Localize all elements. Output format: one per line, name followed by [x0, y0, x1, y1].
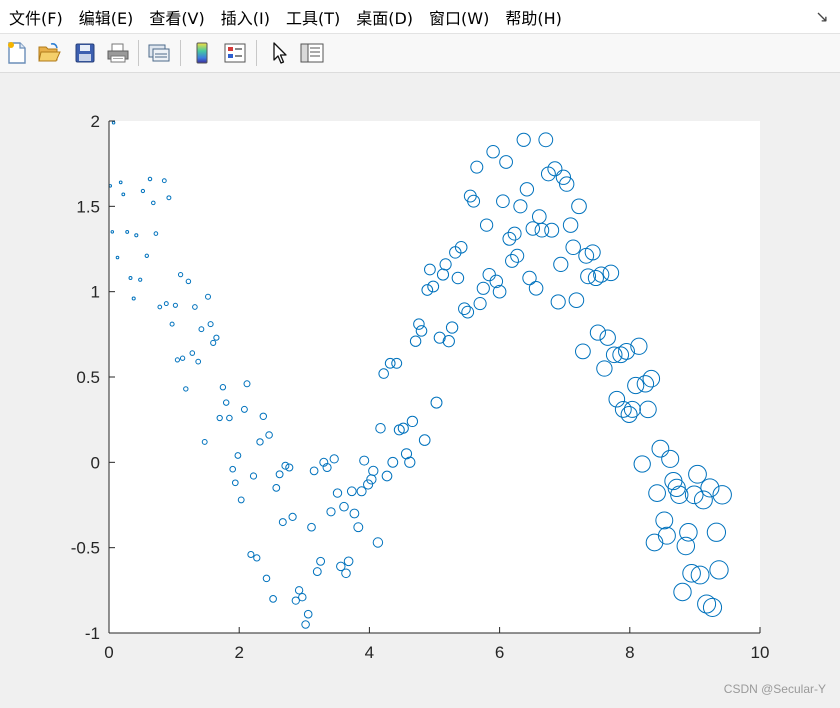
open-file-icon[interactable]: [34, 38, 64, 68]
watermark: CSDN @Secular-Y: [723, 682, 826, 696]
x-tick-label: 0: [104, 643, 113, 662]
insert-legend-icon[interactable]: [220, 38, 250, 68]
menu-item-6[interactable]: 窗口(W): [421, 0, 497, 33]
save-icon[interactable]: [70, 38, 100, 68]
y-tick-label: 0.5: [76, 368, 100, 387]
menu-item-3[interactable]: 插入(I): [213, 0, 278, 33]
insert-colorbar-icon[interactable]: [187, 38, 217, 68]
scatter-plot[interactable]: 0 2 4 6 8 10 2 1.5 1 0.5 0 -0.5 -1: [0, 73, 840, 704]
print-icon[interactable]: [103, 38, 133, 68]
figure-toolbar: [0, 34, 840, 73]
x-tick-label: 6: [495, 643, 504, 662]
y-tick-label: -0.5: [71, 539, 100, 558]
link-plot-icon[interactable]: [144, 38, 174, 68]
x-tick-label: 10: [751, 643, 770, 662]
axes-background: [109, 121, 760, 633]
menu-item-0[interactable]: 文件(F): [0, 0, 71, 33]
y-tick-label: 2: [91, 112, 100, 131]
menu-item-5[interactable]: 桌面(D): [348, 0, 421, 33]
toolbar-separator: [256, 40, 257, 66]
menu-item-1[interactable]: 编辑(E): [71, 0, 142, 33]
new-figure-icon[interactable]: [2, 38, 32, 68]
menu-bar: 文件(F) 编辑(E) 查看(V) 插入(I) 工具(T) 桌面(D) 窗口(W) 帮助(H)…: [0, 0, 840, 34]
pointer-icon[interactable]: [264, 38, 294, 68]
y-tick-label: 1: [91, 283, 100, 302]
menu-item-7[interactable]: 帮助(H): [497, 0, 570, 33]
x-tick-label: 4: [365, 643, 374, 662]
property-inspector-icon[interactable]: [297, 38, 327, 68]
menu-item-4[interactable]: 工具(T): [278, 0, 348, 33]
y-tick-label: -1: [85, 624, 100, 643]
figure-canvas: 0 2 4 6 8 10 2 1.5 1 0.5 0 -0.5 -1: [0, 73, 840, 704]
y-tick-label: 1.5: [76, 197, 100, 216]
toolbar-separator: [138, 40, 139, 66]
y-tick-label: 0: [91, 453, 100, 472]
menu-item-2[interactable]: 查看(V): [141, 0, 212, 33]
x-tick-label: 8: [625, 643, 634, 662]
dock-arrow-icon[interactable]: ↘: [812, 6, 832, 26]
toolbar-separator: [180, 40, 181, 66]
x-tick-label: 2: [234, 643, 243, 662]
